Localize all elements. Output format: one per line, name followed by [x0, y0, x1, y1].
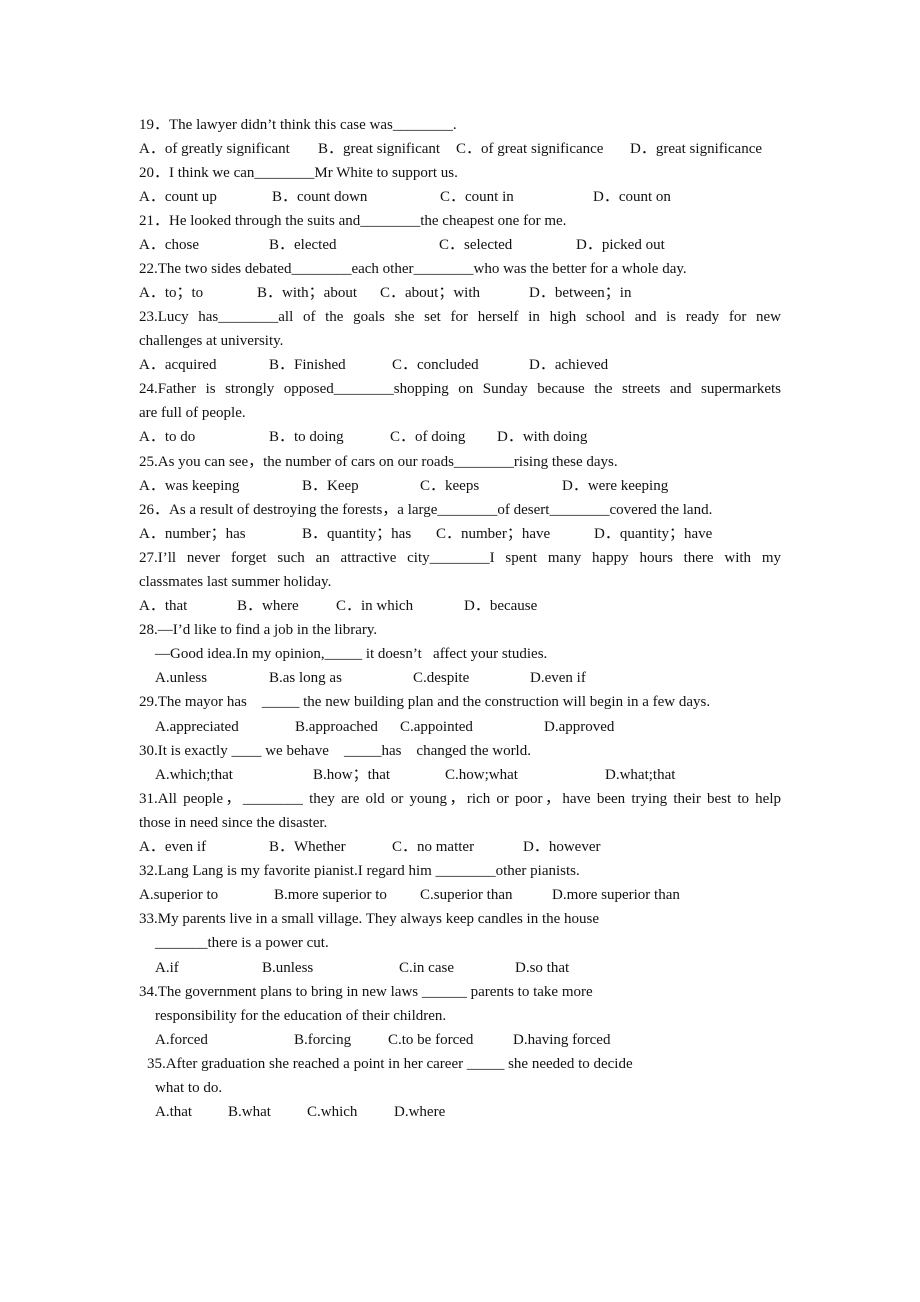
question-stem-continued: —Good idea.In my opinion,_____ it doesn’…: [155, 646, 548, 662]
option-c: C．selected: [439, 237, 513, 253]
option-a: A.that: [155, 1104, 193, 1120]
option-b: B．Finished: [269, 357, 346, 373]
option-c: C．count in: [440, 189, 514, 205]
question-stem-continued: responsibility for the education of thei…: [155, 1008, 447, 1024]
option-d: D．because: [464, 598, 538, 614]
option-b: B.forcing: [294, 1032, 352, 1048]
question-stem-continued: _______there is a power cut.: [155, 935, 329, 951]
option-b: B．count down: [272, 189, 368, 205]
question-stem-continued: those in need since the disaster.: [139, 815, 328, 831]
question-stem: 29.The mayor has _____ the new building …: [139, 694, 711, 710]
option-b: B.approached: [295, 719, 378, 735]
question-stem-continued: classmates last summer holiday.: [139, 574, 332, 590]
option-a: A．that: [139, 598, 188, 614]
option-a: A．count up: [139, 189, 217, 205]
option-a: A．of greatly significant: [139, 141, 290, 157]
option-a: A.if: [155, 960, 179, 976]
option-b: B．with；about: [257, 285, 357, 301]
option-d: D.where: [394, 1104, 446, 1120]
option-d: D．picked out: [576, 237, 665, 253]
question-stem: 21．He looked through the suits and______…: [139, 213, 567, 229]
option-b: B．great significant: [318, 141, 441, 157]
option-c: C.to be forced: [388, 1032, 474, 1048]
question-stem: 32.Lang Lang is my favorite pianist.I re…: [139, 863, 580, 879]
option-b: B.as long as: [269, 670, 342, 686]
option-c: C.despite: [413, 670, 470, 686]
option-b: B.what: [228, 1104, 271, 1120]
question-stem: 30.It is exactly ____ we behave _____has…: [139, 743, 531, 759]
option-b: B.more superior to: [274, 887, 387, 903]
option-b: B.unless: [262, 960, 314, 976]
option-d: D．between；in: [529, 285, 632, 301]
option-b: B．quantity；has: [302, 526, 412, 542]
option-c: C．in which: [336, 598, 414, 614]
option-d: D.having forced: [513, 1032, 611, 1048]
question-stem: 22.The two sides debated________each oth…: [139, 261, 687, 277]
question-stem: 34.The government plans to bring in new …: [139, 984, 593, 1000]
question-stem: 19．The lawyer didn’t think this case was…: [139, 117, 457, 133]
option-d: D.so that: [515, 960, 570, 976]
option-d: D．with doing: [497, 429, 588, 445]
option-a: A．even if: [139, 839, 207, 855]
question-stem: 26．As a result of destroying the forests…: [139, 502, 713, 518]
question-stem-continued: challenges at university.: [139, 333, 284, 349]
option-d: D．quantity；have: [594, 526, 713, 542]
option-a: A．to do: [139, 429, 196, 445]
option-a: A．to；to: [139, 285, 204, 301]
option-d: D．great significance: [630, 141, 763, 157]
exam-page: 19．The lawyer didn’t think this case was…: [0, 0, 920, 1302]
question-stem: 35.After graduation she reached a point …: [147, 1056, 633, 1072]
option-c: C．concluded: [392, 357, 479, 373]
option-c: C．no matter: [392, 839, 475, 855]
option-d: D．achieved: [529, 357, 609, 373]
option-c: C.how;what: [445, 767, 518, 783]
option-d: D.approved: [544, 719, 615, 735]
option-d: D.even if: [530, 670, 586, 686]
option-b: B．where: [237, 598, 299, 614]
option-c: C.superior than: [420, 887, 513, 903]
question-stem: 31.All people，________ they are old or y…: [139, 791, 781, 807]
option-c: C．keeps: [420, 478, 480, 494]
option-a: A.forced: [155, 1032, 208, 1048]
option-a: A.which;that: [155, 767, 233, 783]
option-b: B．to doing: [269, 429, 344, 445]
option-d: D．were keeping: [562, 478, 669, 494]
option-c: C.which: [307, 1104, 358, 1120]
option-a: A.superior to: [139, 887, 219, 903]
option-d: D.what;that: [605, 767, 676, 783]
question-stem-continued: what to do.: [155, 1080, 223, 1096]
option-a: A．chose: [139, 237, 199, 253]
option-c: C．about；with: [380, 285, 480, 301]
option-a: A.unless: [155, 670, 208, 686]
option-c: C.in case: [399, 960, 454, 976]
question-stem: 23.Lucy has________all of the goals she …: [139, 309, 781, 325]
option-a: A.appreciated: [155, 719, 239, 735]
question-stem-continued: are full of people.: [139, 405, 246, 421]
question-stem: 24.Father is strongly opposed________sho…: [139, 381, 781, 397]
question-stem: 28.—I’d like to find a job in the librar…: [139, 622, 378, 638]
option-c: C.appointed: [400, 719, 473, 735]
question-stem: 25.As you can see，the number of cars on …: [139, 454, 618, 470]
option-a: A．was keeping: [139, 478, 240, 494]
option-a: A．number；has: [139, 526, 246, 542]
option-d: D．however: [523, 839, 601, 855]
option-b: B．Whether: [269, 839, 346, 855]
option-d: D.more superior than: [552, 887, 680, 903]
question-stem: 27.I’ll never forget such an attractive …: [139, 550, 781, 566]
question-stem: 20．I think we can________Mr White to sup…: [139, 165, 458, 181]
option-b: B．Keep: [302, 478, 359, 494]
option-c: C．number；have: [436, 526, 551, 542]
question-stem: 33.My parents live in a small village. T…: [139, 911, 600, 927]
option-d: D．count on: [593, 189, 671, 205]
option-a: A．acquired: [139, 357, 217, 373]
option-c: C．of great significance: [456, 141, 604, 157]
option-b: B．elected: [269, 237, 337, 253]
option-c: C．of doing: [390, 429, 466, 445]
option-b: B.how；that: [313, 767, 391, 783]
